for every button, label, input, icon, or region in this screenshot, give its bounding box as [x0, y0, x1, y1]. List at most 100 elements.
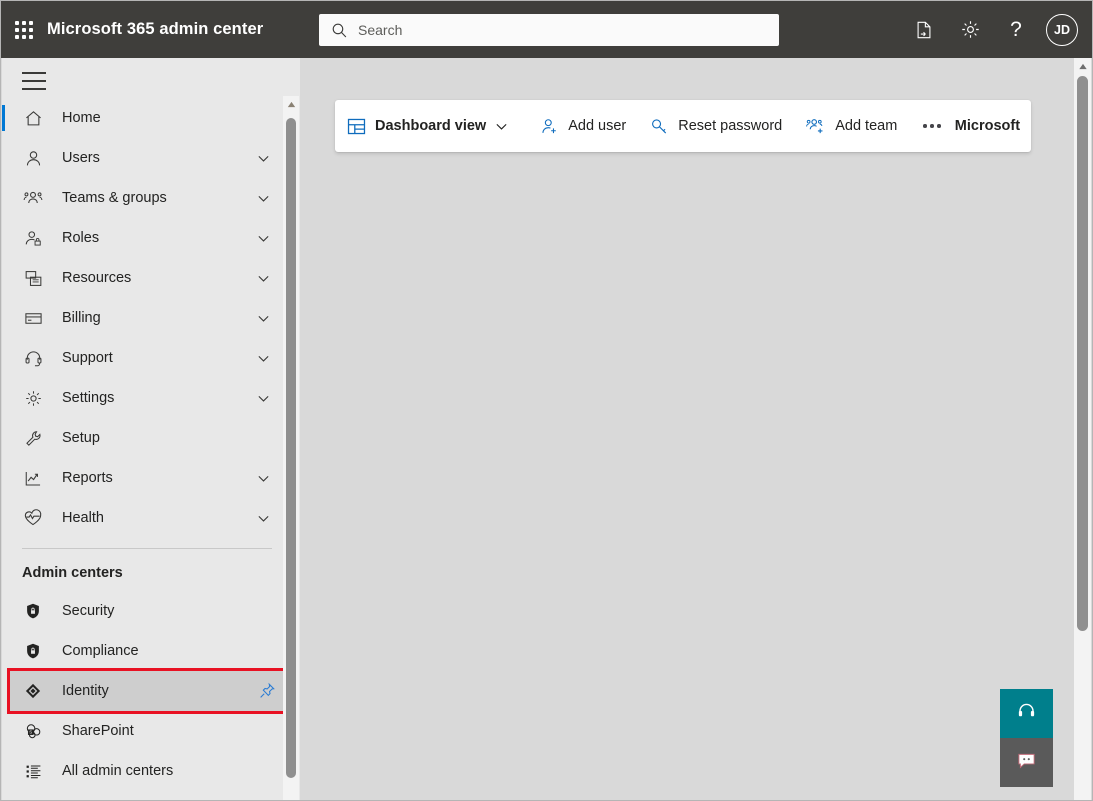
devices-icon — [22, 267, 44, 289]
sidebar-navigation: Home Users — [2, 58, 300, 800]
add-team-button[interactable]: Add team — [794, 100, 909, 152]
top-header-bar: Microsoft 365 admin center — [1, 1, 1092, 58]
sidebar-item-sharepoint[interactable]: S SharePoint — [2, 711, 284, 751]
sidebar-item-roles[interactable]: Roles — [2, 218, 284, 258]
sidebar-item-label: Home — [62, 110, 101, 126]
sidebar-section-title: Admin centers — [2, 549, 300, 589]
svg-text:S: S — [29, 729, 32, 734]
chevron-down-icon[interactable] — [257, 392, 270, 405]
sharepoint-icon: S — [22, 720, 44, 742]
sidebar-item-label: Identity — [62, 683, 109, 699]
page-scrollbar-thumb[interactable] — [1077, 76, 1088, 631]
sidebar-item-label: All admin centers — [62, 763, 173, 779]
people-icon — [22, 187, 44, 209]
hamburger-menu-icon[interactable] — [22, 72, 46, 90]
reset-password-label: Reset password — [678, 118, 782, 134]
home-icon — [22, 107, 44, 129]
sidebar-item-users[interactable]: Users — [2, 138, 284, 178]
sidebar-admin-centers-list: Security Compliance — [2, 589, 300, 791]
user-icon — [22, 147, 44, 169]
sidebar-item-label: Compliance — [62, 643, 139, 659]
shield-lock-icon — [22, 600, 44, 622]
sidebar-item-reports[interactable]: Reports — [2, 458, 284, 498]
toolbar-brand-label: Microsoft — [955, 118, 1020, 134]
gear-icon[interactable] — [948, 8, 992, 52]
sidebar-item-teams-groups[interactable]: Teams & groups — [2, 178, 284, 218]
chevron-down-icon[interactable] — [257, 312, 270, 325]
page-scrollbar[interactable] — [1074, 58, 1091, 800]
pin-icon[interactable] — [258, 682, 276, 700]
sidebar-item-compliance[interactable]: Compliance — [2, 631, 284, 671]
dashboard-grid-icon — [347, 117, 366, 136]
gear-icon — [22, 387, 44, 409]
help-label: ? — [1010, 19, 1022, 40]
sidebar-item-setup[interactable]: Setup — [2, 418, 284, 458]
headset-support-icon — [1016, 701, 1037, 727]
sidebar-item-security[interactable]: Security — [2, 591, 284, 631]
chevron-down-icon[interactable] — [257, 512, 270, 525]
admin-center-window: Microsoft 365 admin center — [0, 0, 1093, 801]
sidebar-item-label: Security — [62, 603, 114, 619]
sidebar-item-label: Support — [62, 350, 113, 366]
sidebar-item-label: SharePoint — [62, 723, 134, 739]
sidebar-item-resources[interactable]: Resources — [2, 258, 284, 298]
line-chart-icon — [22, 467, 44, 489]
feedback-fab-button[interactable] — [1000, 738, 1053, 787]
sidebar-item-label: Billing — [62, 310, 101, 326]
sidebar-item-label: Users — [62, 150, 100, 166]
search-icon — [331, 22, 348, 39]
sidebar-item-label: Resources — [62, 270, 131, 286]
credit-card-icon — [22, 307, 44, 329]
identity-diamond-icon — [22, 680, 44, 702]
chevron-down-icon[interactable] — [495, 120, 508, 133]
key-icon — [650, 117, 669, 136]
sidebar-item-all-admin-centers[interactable]: All admin centers — [2, 751, 284, 791]
page-title: Microsoft 365 admin center — [47, 20, 263, 39]
app-launcher-icon[interactable] — [15, 21, 33, 39]
add-team-label: Add team — [835, 118, 897, 134]
sidebar-item-home[interactable]: Home — [2, 98, 284, 138]
list-icon — [22, 760, 44, 782]
shield-lock-icon — [22, 640, 44, 662]
sidebar-item-billing[interactable]: Billing — [2, 298, 284, 338]
reset-password-button[interactable]: Reset password — [638, 100, 794, 152]
chevron-down-icon[interactable] — [257, 272, 270, 285]
chevron-down-icon[interactable] — [257, 192, 270, 205]
chevron-down-icon[interactable] — [257, 232, 270, 245]
avatar-initials: JD — [1054, 23, 1070, 37]
sidebar-item-support[interactable]: Support — [2, 338, 284, 378]
sidebar-item-settings[interactable]: Settings — [2, 378, 284, 418]
sidebar-item-health[interactable]: Health — [2, 498, 284, 538]
sidebar-main-list: Home Users — [2, 96, 300, 538]
chevron-down-icon[interactable] — [257, 152, 270, 165]
search-box[interactable] — [319, 14, 779, 46]
question-mark-icon[interactable]: ? — [994, 8, 1038, 52]
avatar[interactable]: JD — [1046, 14, 1078, 46]
scroll-up-arrow-icon[interactable] — [1074, 58, 1091, 74]
chevron-down-icon[interactable] — [257, 352, 270, 365]
add-user-icon — [540, 117, 559, 136]
feedback-chat-icon — [1016, 750, 1037, 776]
sidebar-item-label: Settings — [62, 390, 114, 406]
sidebar-item-identity[interactable]: Identity — [10, 671, 290, 711]
headset-icon — [22, 347, 44, 369]
dashboard-view-button[interactable]: Dashboard view — [335, 100, 520, 152]
support-fab-button[interactable] — [1000, 689, 1053, 738]
sidebar-scrollbar-thumb[interactable] — [286, 118, 296, 778]
sidebar-item-label: Health — [62, 510, 104, 526]
report-document-icon[interactable] — [902, 8, 946, 52]
sidebar-scrollbar[interactable] — [283, 96, 299, 800]
command-bar: Dashboard view Add user — [335, 100, 1031, 152]
sidebar-item-label: Teams & groups — [62, 190, 167, 206]
wrench-icon — [22, 427, 44, 449]
add-user-button[interactable]: Add user — [528, 100, 638, 152]
chevron-down-icon[interactable] — [257, 472, 270, 485]
add-team-icon — [806, 116, 826, 136]
sidebar-item-label: Setup — [62, 430, 100, 446]
scroll-up-arrow-icon[interactable] — [283, 96, 299, 113]
more-options-icon[interactable] — [909, 100, 955, 152]
sidebar-item-label: Roles — [62, 230, 99, 246]
search-input[interactable] — [358, 22, 758, 38]
add-user-label: Add user — [568, 118, 626, 134]
user-lock-icon — [22, 227, 44, 249]
